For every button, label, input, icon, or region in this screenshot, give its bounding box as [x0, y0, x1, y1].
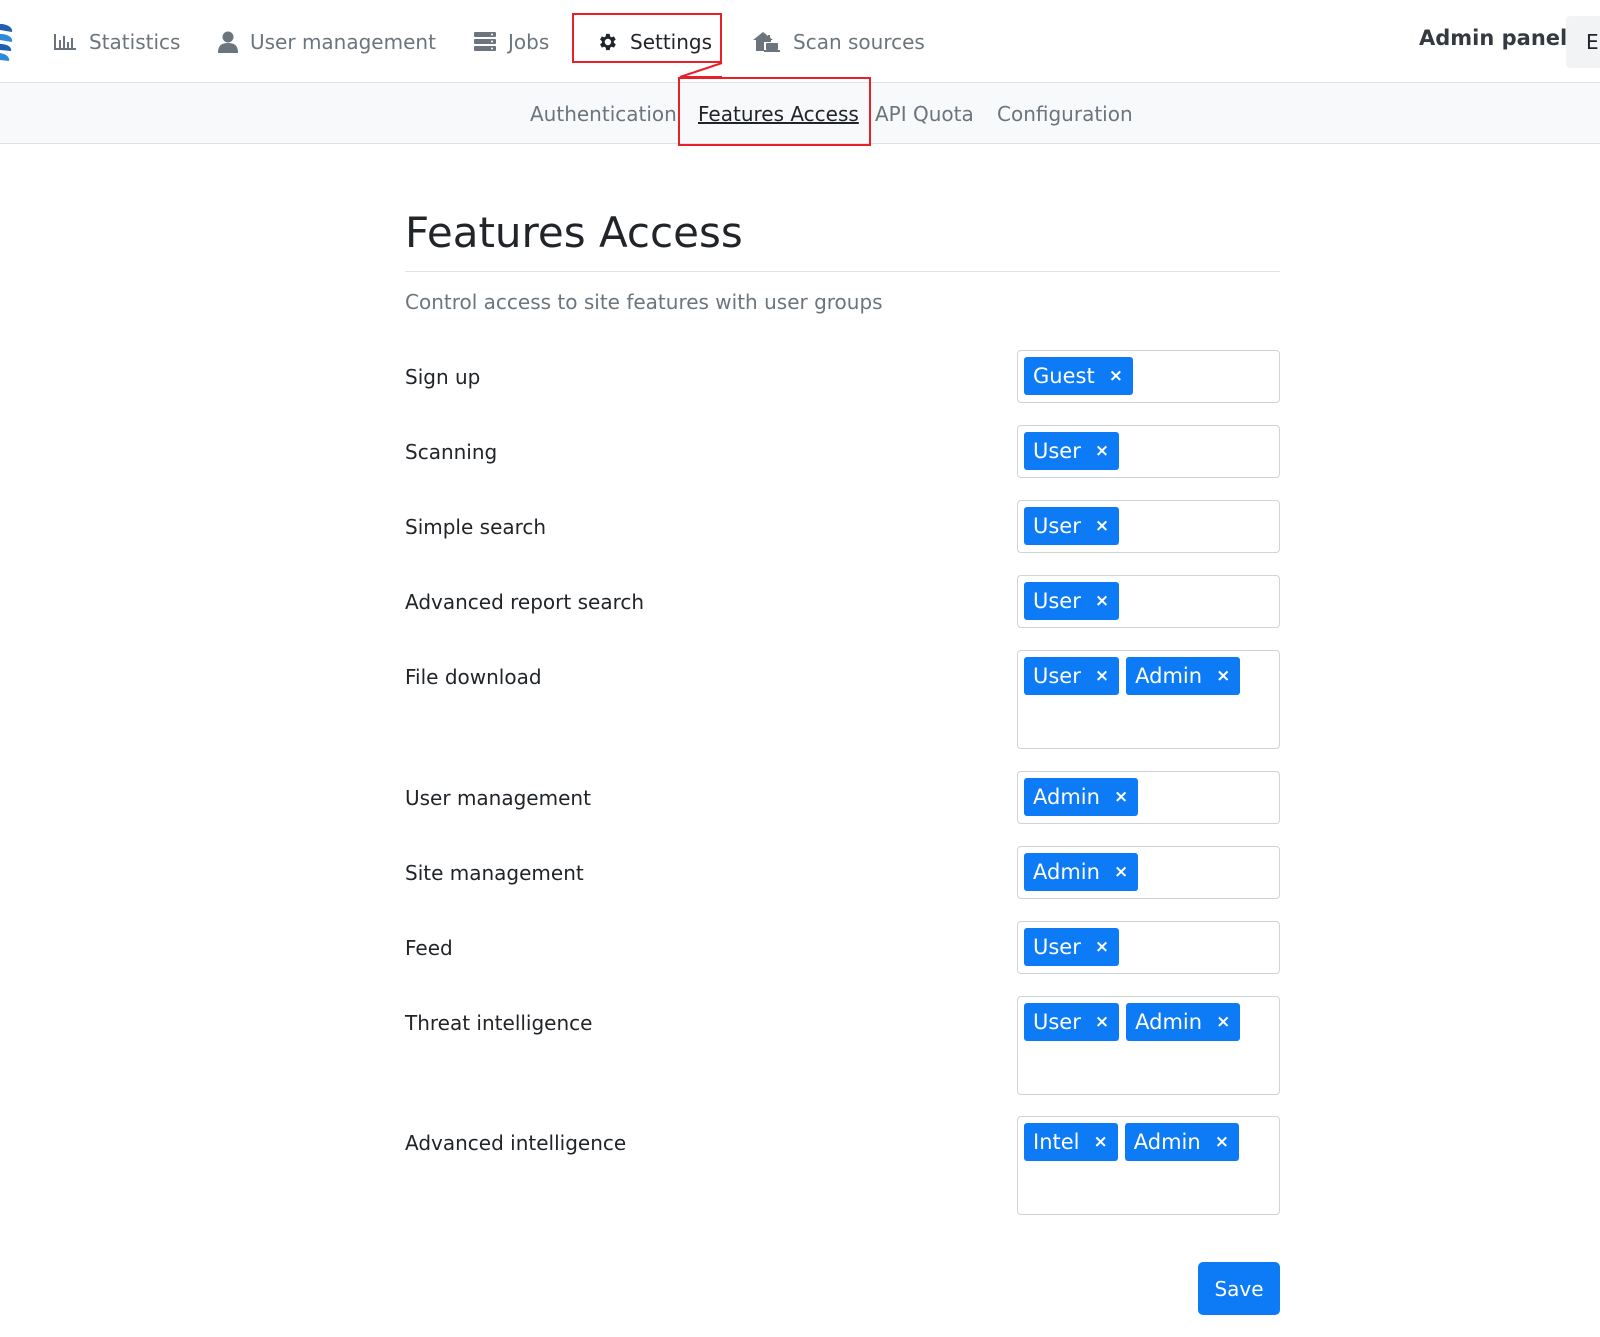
remove-tag-icon[interactable]: × [1095, 938, 1109, 956]
feature-groups-user-management[interactable]: Admin × [1017, 771, 1280, 824]
group-tag-label: Intel [1033, 1130, 1080, 1154]
subnav-configuration[interactable]: Configuration [997, 102, 1133, 126]
group-tag: User × [1024, 507, 1120, 545]
group-tag: User × [1024, 657, 1120, 695]
remove-tag-icon[interactable]: × [1094, 1133, 1108, 1151]
feature-label-threat-intelligence: Threat intelligence [405, 1011, 593, 1035]
subnav-features-access[interactable]: Features Access [698, 102, 859, 126]
remove-tag-icon[interactable]: × [1114, 863, 1128, 881]
nav-jobs-label: Jobs [508, 30, 550, 54]
group-tag: Admin × [1124, 1123, 1239, 1161]
group-tag: Guest × [1024, 357, 1133, 395]
group-tag: Intel × [1024, 1123, 1118, 1161]
nav-statistics[interactable]: Statistics [53, 20, 180, 64]
nav-user-management-label: User management [250, 30, 436, 54]
logo-icon[interactable] [0, 20, 14, 64]
group-tag-label: User [1033, 589, 1081, 613]
top-navbar: Statistics User management Jobs Settings… [0, 0, 1600, 83]
group-tag: Admin × [1024, 853, 1139, 891]
remove-tag-icon[interactable]: × [1109, 367, 1123, 385]
feature-label-file-download: File download [405, 665, 542, 689]
feature-groups-scanning[interactable]: User × [1017, 425, 1280, 478]
group-tag: User × [1024, 928, 1120, 966]
house-laptop-icon [753, 32, 780, 52]
group-tag: User × [1024, 1003, 1120, 1041]
page-title: Features Access [405, 208, 743, 257]
feature-groups-advanced-report-search[interactable]: User × [1017, 575, 1280, 628]
remove-tag-icon[interactable]: × [1114, 788, 1128, 806]
nav-scan-sources-label: Scan sources [793, 30, 925, 54]
remove-tag-icon[interactable]: × [1095, 667, 1109, 685]
language-button[interactable]: EN [1566, 16, 1600, 68]
bar-chart-icon [54, 34, 76, 50]
feature-groups-feed[interactable]: User × [1017, 921, 1280, 974]
nav-settings-label: Settings [630, 30, 713, 54]
nav-jobs[interactable]: Jobs [474, 20, 549, 64]
save-button[interactable]: Save [1198, 1262, 1280, 1315]
feature-groups-site-management[interactable]: Admin × [1017, 846, 1280, 899]
feature-label-user-management: User management [405, 786, 591, 810]
group-tag: Admin × [1024, 778, 1139, 816]
feature-label-advanced-intelligence: Advanced intelligence [405, 1131, 627, 1155]
feature-groups-simple-search[interactable]: User × [1017, 500, 1280, 553]
group-tag: Admin × [1126, 657, 1241, 695]
feature-label-feed: Feed [405, 936, 453, 960]
group-tag-label: Admin [1135, 1010, 1203, 1034]
title-divider [405, 271, 1280, 272]
feature-groups-threat-intelligence[interactable]: User × Admin × [1017, 996, 1280, 1095]
subnav-api-quota[interactable]: API Quota [875, 102, 974, 126]
nav-scan-sources[interactable]: Scan sources [753, 20, 925, 64]
remove-tag-icon[interactable]: × [1095, 1013, 1109, 1031]
feature-label-simple-search: Simple search [405, 515, 547, 539]
remove-tag-icon[interactable]: × [1216, 667, 1230, 685]
group-tag-label: Admin [1033, 860, 1100, 884]
remove-tag-icon[interactable]: × [1215, 1133, 1229, 1151]
nav-statistics-label: Statistics [89, 30, 181, 54]
feature-groups-advanced-intelligence[interactable]: Intel × Admin × [1017, 1116, 1280, 1215]
nav-settings[interactable]: Settings [596, 20, 712, 64]
remove-tag-icon[interactable]: × [1095, 592, 1109, 610]
user-icon [218, 31, 238, 53]
group-tag-label: User [1033, 935, 1081, 959]
group-tag-label: User [1033, 514, 1081, 538]
group-tag-label: User [1033, 1010, 1081, 1034]
admin-panel-label: Admin panel [1419, 26, 1568, 50]
group-tag: User × [1024, 432, 1120, 470]
group-tag: Admin × [1126, 1003, 1241, 1041]
nav-user-management[interactable]: User management [218, 20, 436, 64]
gear-icon [600, 33, 616, 51]
feature-groups-file-download[interactable]: User × Admin × [1017, 650, 1280, 749]
settings-subnav: Authentication Features Access API Quota… [0, 83, 1600, 144]
group-tag-label: User [1033, 664, 1081, 688]
remove-tag-icon[interactable]: × [1216, 1013, 1230, 1031]
feature-groups-sign-up[interactable]: Guest × [1017, 350, 1280, 403]
feature-label-site-management: Site management [405, 861, 584, 885]
feature-label-scanning: Scanning [405, 440, 498, 464]
group-tag-label: Admin [1135, 664, 1203, 688]
subnav-authentication[interactable]: Authentication [530, 102, 677, 126]
group-tag-label: Guest [1033, 364, 1095, 388]
group-tag-label: User [1033, 439, 1081, 463]
remove-tag-icon[interactable]: × [1095, 517, 1109, 535]
feature-label-advanced-report-search: Advanced report search [405, 590, 645, 614]
feature-label-sign-up: Sign up [405, 365, 481, 389]
remove-tag-icon[interactable]: × [1095, 442, 1109, 460]
group-tag: User × [1024, 582, 1120, 620]
page-description: Control access to site features with use… [405, 290, 883, 314]
group-tag-label: Admin [1133, 1130, 1201, 1154]
server-icon [474, 32, 496, 51]
group-tag-label: Admin [1033, 785, 1100, 809]
